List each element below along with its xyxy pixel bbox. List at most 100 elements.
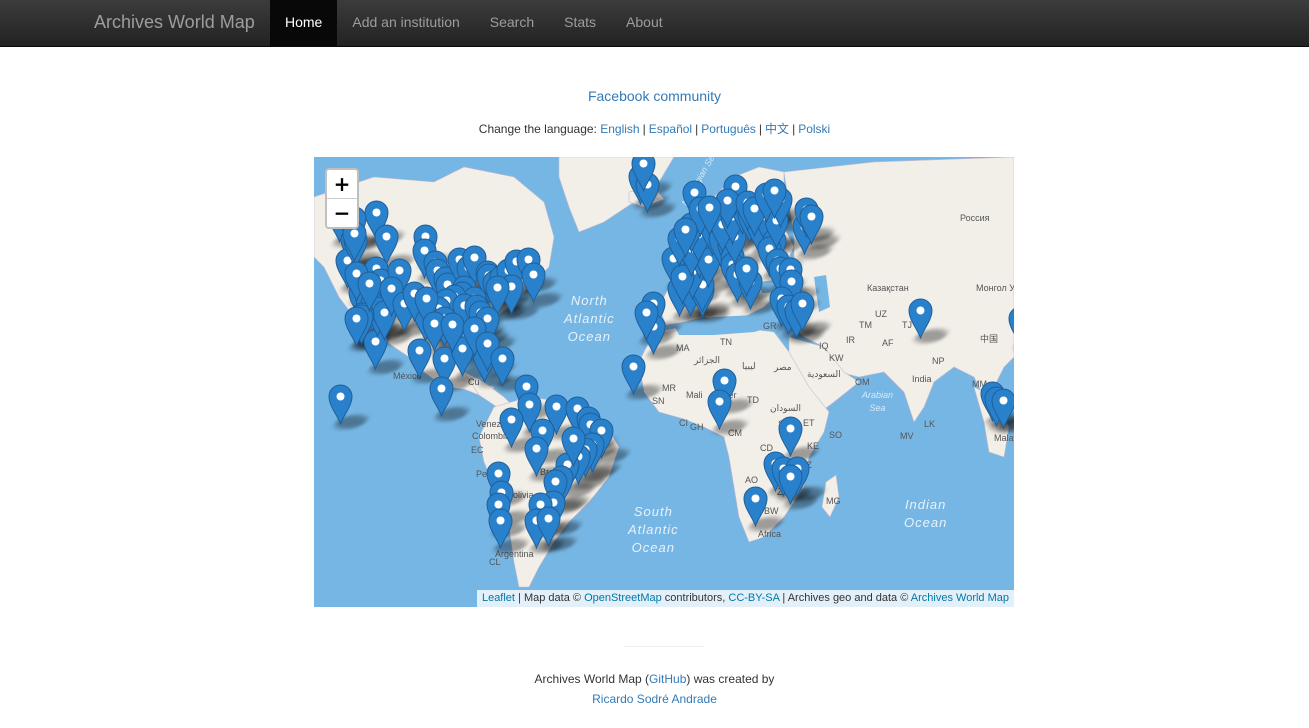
footer-suffix: ) was created by bbox=[686, 672, 775, 686]
ocean-label-south-atlantic: South Atlantic Ocean bbox=[628, 504, 679, 555]
archive-marker[interactable] bbox=[490, 346, 515, 388]
lang-espanol[interactable]: Español bbox=[649, 122, 692, 136]
archive-marker[interactable] bbox=[1008, 306, 1014, 347]
facebook-community-row: Facebook community bbox=[0, 88, 1309, 104]
map-pin-icon bbox=[561, 426, 586, 468]
map-pin-icon bbox=[536, 506, 561, 548]
nav-stats[interactable]: Stats bbox=[549, 0, 611, 46]
leaflet-link[interactable]: Leaflet bbox=[482, 592, 515, 604]
map-pin-icon bbox=[328, 384, 353, 426]
map-pin-icon bbox=[991, 388, 1014, 430]
archive-marker[interactable] bbox=[499, 407, 524, 449]
zoom-out-button[interactable]: − bbox=[327, 199, 357, 227]
place-label: MR bbox=[662, 383, 676, 393]
footer-author-row: Ricardo Sodré Andrade bbox=[0, 692, 1309, 706]
map-pin-icon bbox=[707, 389, 732, 431]
map-pin-icon bbox=[499, 407, 524, 449]
archive-marker[interactable] bbox=[634, 300, 659, 342]
place-label: KW bbox=[829, 353, 844, 363]
language-switcher: Change the language: English | Español | Por… bbox=[0, 120, 1309, 137]
archive-marker[interactable] bbox=[488, 508, 513, 550]
place-label: LK bbox=[924, 419, 936, 429]
archive-marker[interactable] bbox=[778, 464, 803, 506]
attribution-separator: | bbox=[518, 592, 521, 604]
footer-prefix: Archives World Map ( bbox=[534, 672, 650, 686]
place-label: SO bbox=[829, 430, 843, 440]
ocean-label-indian: Indian Ocean bbox=[904, 497, 948, 530]
map-pin-icon bbox=[490, 346, 515, 388]
nav-home[interactable]: Home bbox=[270, 0, 338, 46]
place-label: Казақстан bbox=[867, 283, 909, 293]
brand-link[interactable]: Archives World Map bbox=[94, 12, 255, 33]
awm-link[interactable]: Archives World Map bbox=[911, 592, 1009, 604]
attribution-separator: | bbox=[782, 592, 786, 604]
archive-marker[interactable] bbox=[521, 262, 546, 304]
archive-marker[interactable] bbox=[344, 306, 369, 348]
place-label: AF bbox=[882, 338, 894, 348]
archives-prefix: Archives geo and data © bbox=[787, 592, 909, 604]
archive-marker[interactable] bbox=[908, 298, 933, 340]
zoom-in-button[interactable]: + bbox=[327, 170, 357, 199]
world-map[interactable]: North Atlantic Ocean South Atlantic Ocean In… bbox=[314, 157, 1014, 607]
place-label: 中国 bbox=[980, 334, 999, 344]
place-label: CL bbox=[489, 557, 501, 567]
separator: | bbox=[642, 122, 646, 136]
place-label: CI bbox=[679, 418, 688, 428]
place-label: India bbox=[912, 374, 932, 384]
archive-marker[interactable] bbox=[561, 426, 586, 468]
separator: | bbox=[695, 122, 699, 136]
nav-about[interactable]: About bbox=[611, 0, 678, 46]
ocean-label-north-atlantic: North Atlantic Ocean bbox=[564, 293, 615, 344]
archive-marker[interactable] bbox=[328, 384, 353, 426]
map-pin-icon bbox=[344, 306, 369, 348]
place-label: GH bbox=[690, 422, 704, 432]
map-pin-icon bbox=[790, 291, 815, 333]
separator: | bbox=[758, 122, 763, 136]
map-pin-icon bbox=[634, 300, 659, 342]
osm-link[interactable]: OpenStreetMap bbox=[584, 592, 662, 604]
license-link[interactable]: CC-BY-SA bbox=[728, 592, 779, 604]
footer-divider bbox=[624, 646, 704, 647]
archive-marker[interactable] bbox=[762, 178, 787, 220]
archive-marker[interactable] bbox=[799, 204, 824, 246]
place-label: MV bbox=[900, 431, 914, 441]
lang-polski[interactable]: Polski bbox=[798, 122, 830, 136]
place-label: السودان bbox=[770, 403, 802, 413]
lang-portugues[interactable]: Português bbox=[701, 122, 756, 136]
archive-marker[interactable] bbox=[429, 376, 454, 418]
navbar: Archives World Map Home Add an instituti… bbox=[0, 0, 1309, 47]
map-pin-icon bbox=[1008, 308, 1014, 335]
lang-english[interactable]: English bbox=[600, 122, 639, 136]
nav-search[interactable]: Search bbox=[475, 0, 549, 46]
lang-chinese[interactable]: 中文 bbox=[765, 122, 789, 136]
map-pin-icon bbox=[762, 178, 787, 220]
language-prefix: Change the language: bbox=[478, 122, 597, 136]
place-label: Malay bbox=[994, 433, 1014, 443]
archive-marker[interactable] bbox=[673, 217, 698, 259]
place-label: ET bbox=[803, 418, 815, 428]
archive-marker[interactable] bbox=[743, 486, 768, 528]
map-pin-icon bbox=[743, 486, 768, 528]
place-label: SN bbox=[652, 396, 665, 406]
place-label: Россия bbox=[960, 213, 990, 223]
github-link[interactable]: GitHub bbox=[649, 672, 686, 686]
archive-marker[interactable] bbox=[631, 157, 656, 193]
map-pin-icon bbox=[673, 217, 698, 259]
archive-marker[interactable] bbox=[991, 388, 1014, 430]
zoom-control: + − bbox=[325, 168, 359, 229]
archive-marker[interactable] bbox=[524, 436, 549, 478]
map-pin-icon bbox=[488, 508, 513, 550]
place-label: IQ bbox=[819, 341, 829, 351]
archive-marker[interactable] bbox=[621, 354, 646, 396]
archive-marker[interactable] bbox=[536, 506, 561, 548]
place-label: السعودية bbox=[807, 369, 841, 379]
archive-marker[interactable] bbox=[707, 389, 732, 431]
author-link[interactable]: Ricardo Sodré Andrade bbox=[592, 692, 717, 706]
archive-marker[interactable] bbox=[697, 195, 722, 237]
map-pin-icon bbox=[697, 195, 722, 237]
nav-add-institution[interactable]: Add an institution bbox=[337, 0, 474, 46]
place-label: AO bbox=[745, 475, 759, 485]
facebook-community-link[interactable]: Facebook community bbox=[588, 88, 721, 104]
place-label: IR bbox=[846, 335, 855, 345]
archive-marker[interactable] bbox=[790, 291, 815, 333]
